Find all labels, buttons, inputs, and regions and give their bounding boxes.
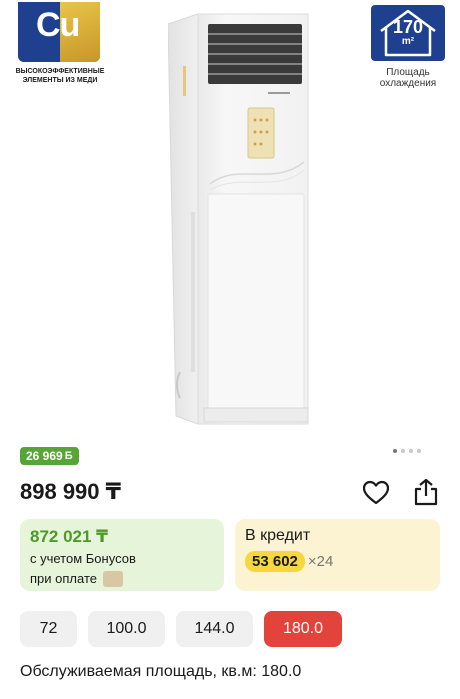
bonus-price-card[interactable]: 872 021 ₸ с учетом Бонусов при оплате [20,519,224,591]
share-icon[interactable] [413,478,439,506]
copper-badge-caption: ВЫСОКОЭФФЕКТИВНЫЕ ЭЛЕМЕНТЫ ИЗ МЕДИ [15,68,105,84]
cooling-area-unit: m² [401,36,415,47]
cooling-area-badge: 170 m² [371,5,445,61]
bonus-price-payment-label: при оплате [30,571,97,586]
credit-term: ×24 [307,553,334,570]
cooling-area-value: 170 [392,17,424,37]
credit-terms: 53 602 ×24 [245,551,430,572]
credit-monthly-payment: 53 602 [245,551,305,572]
gallery-pagination[interactable] [393,449,421,453]
cooling-area-caption: Площадь охлаждения [379,67,437,89]
product-gallery[interactable]: Cu ВЫСОКОЭФФЕКТИВНЫЕ ЭЛЕМЕНТЫ ИЗ МЕДИ 17… [0,0,460,440]
bonus-price-amount: 872 021 ₸ [30,527,109,546]
pagination-dot[interactable] [409,449,413,453]
bonus-value: 26 969 [26,449,63,463]
area-options: 72 100.0 144.0 180.0 [20,611,342,647]
spec-serviced-area: Обслуживаемая площадь, кв.м: 180.0 [20,663,302,680]
pagination-dot[interactable] [393,449,397,453]
heart-icon[interactable] [362,480,390,506]
credit-title: В кредит [245,527,311,544]
product-price: 898 990 ₸ [20,479,121,504]
bonus-price-payment: при оплате [30,571,214,587]
bonus-price-note: с учетом Бонусов [30,551,136,566]
area-option-selected[interactable]: 180.0 [264,611,342,647]
copper-symbol: Cu [36,6,80,44]
area-option[interactable]: 100.0 [88,611,165,647]
copper-badge: Cu [18,2,100,62]
area-option[interactable]: 72 [20,611,77,647]
area-option[interactable]: 144.0 [176,611,253,647]
payment-app-icon [102,571,123,587]
credit-card[interactable]: В кредит 53 602 ×24 [235,519,440,591]
pagination-dot[interactable] [401,449,405,453]
air-conditioner-image [168,13,309,425]
bonus-b-icon: Б [64,450,73,462]
pagination-dot[interactable] [417,449,421,453]
bonus-badge: 26 969 Б [20,447,79,465]
